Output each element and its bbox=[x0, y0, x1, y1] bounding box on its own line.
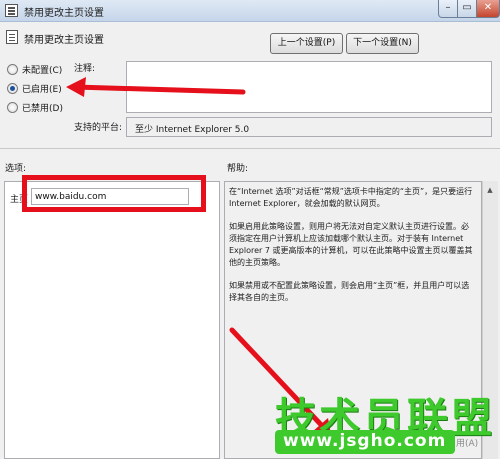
supported-platform-value: 至少 Internet Explorer 5.0 bbox=[126, 117, 492, 137]
radio-label: 已禁用(D) bbox=[22, 104, 63, 114]
window-title: 禁用更改主页设置 bbox=[24, 8, 104, 19]
section-divider bbox=[0, 148, 500, 149]
options-pane bbox=[4, 181, 220, 459]
scroll-up-arrow-icon[interactable]: ▲ bbox=[483, 183, 497, 197]
highlight-box bbox=[22, 175, 206, 212]
comment-textarea[interactable] bbox=[126, 61, 492, 113]
comment-label: 注释: bbox=[74, 64, 96, 74]
minimize-button[interactable]: – bbox=[438, 0, 458, 18]
watermark-url: www.jsgho.com bbox=[283, 431, 447, 451]
help-paragraph: 如果禁用或不配置此策略设置，则会启用“主页”框，并且用户可以选择其各自的主页。 bbox=[229, 281, 470, 302]
radio-label: 未配置(C) bbox=[22, 66, 63, 76]
supported-platform-label: 支持的平台: bbox=[74, 123, 123, 133]
policy-document-icon bbox=[5, 4, 18, 17]
policy-name: 禁用更改主页设置 bbox=[24, 35, 104, 46]
policy-setting-icon bbox=[6, 30, 18, 44]
radio-circle-icon[interactable] bbox=[7, 102, 18, 113]
next-setting-button[interactable]: 下一个设置(N) bbox=[346, 33, 419, 54]
help-label: 帮助: bbox=[227, 164, 249, 174]
options-label: 选项: bbox=[5, 164, 27, 174]
previous-setting-button[interactable]: 上一个设置(P) bbox=[270, 33, 343, 54]
maximize-button[interactable]: ▭ bbox=[457, 0, 477, 18]
help-paragraph: 在“Internet 选项”对话框“常规”选项卡中指定的“主页”，是只要运行 I… bbox=[229, 187, 473, 208]
radio-label: 已启用(E) bbox=[22, 85, 62, 95]
radio-selected-icon[interactable] bbox=[7, 83, 18, 94]
radio-circle-icon[interactable] bbox=[7, 64, 18, 75]
close-button[interactable]: ✕ bbox=[476, 0, 500, 18]
help-paragraph: 如果启用此策略设置，则用户将无法对自定义默认主页进行设置。必须指定在用户计算机上… bbox=[229, 222, 473, 267]
